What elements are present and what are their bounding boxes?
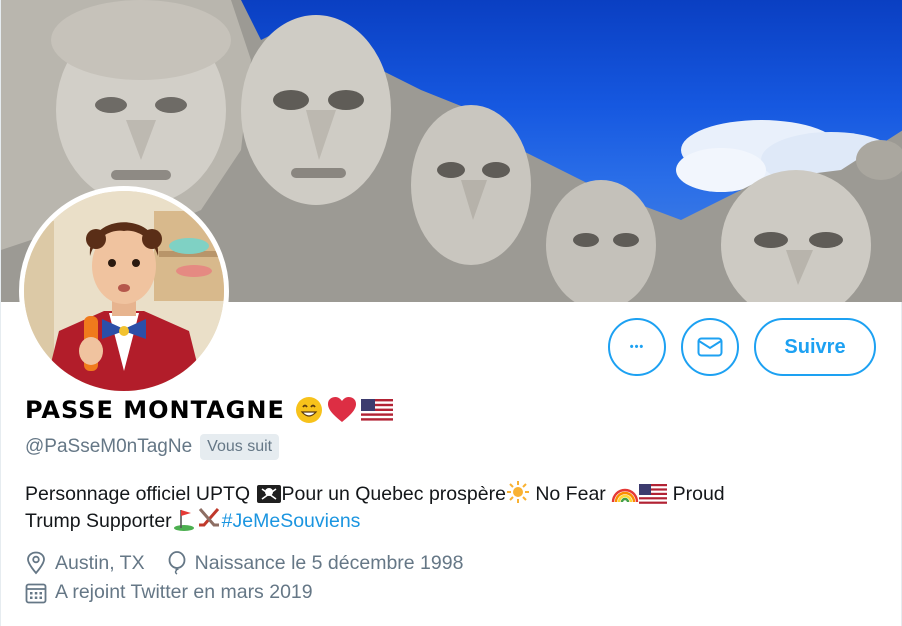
location-pin-icon (27, 551, 45, 575)
handle-row: @PaSseM0nTagNe Vous suit (25, 434, 280, 460)
profile-bio: Personnage officiel UPTQ Pour un Quebec … (25, 480, 885, 534)
message-button[interactable] (681, 318, 739, 376)
envelope-icon (697, 337, 723, 357)
golf-flag-icon (173, 510, 194, 531)
bio-text-2: Pour un Quebec prospère (281, 483, 506, 505)
bio-text-3: No Fear (529, 483, 612, 505)
joined-text: A rejoint Twitter en mars 2019 (55, 581, 313, 603)
bio-text-5: Trump Supporter (25, 510, 172, 532)
birthday-text: Naissance le 5 décembre 1998 (194, 551, 464, 574)
more-options-icon: ••• (629, 341, 645, 353)
joined-item: A rejoint Twitter en mars 2019 (25, 581, 313, 604)
more-options-button[interactable]: ••• (608, 318, 666, 376)
balloon-icon (168, 551, 186, 575)
red-heart-icon (327, 397, 356, 422)
profile-header: ••• Suivre PASSE MONTAGNE @PaSseM0nTagNe… (0, 0, 902, 626)
follows-you-badge: Vous suit (200, 434, 280, 460)
grinning-face-icon (295, 397, 322, 423)
location-item: Austin, TX (25, 551, 145, 575)
birthday-item: Naissance le 5 décembre 1998 (167, 551, 464, 575)
bio-text-1: Personnage officiel UPTQ (25, 483, 256, 505)
display-name: PASSE MONTAGNE (25, 396, 285, 424)
hockey-stick-icon (198, 508, 219, 527)
pirate-flag-icon (256, 485, 281, 503)
profile-meta-row: Austin, TX Naissance le 5 décembre 1998 (25, 551, 463, 575)
bio-text-4: Proud (667, 483, 725, 505)
follow-button[interactable]: Suivre (754, 318, 876, 376)
hashtag-link[interactable]: #JeMeSouviens (222, 510, 361, 532)
user-handle: @PaSseM0nTagNe (25, 436, 193, 457)
profile-meta-row-2: A rejoint Twitter en mars 2019 (25, 581, 313, 604)
rainbow-icon (612, 488, 639, 503)
calendar-icon (25, 583, 47, 603)
location-text: Austin, TX (55, 551, 145, 574)
name-row: PASSE MONTAGNE (25, 396, 393, 424)
name-emoji-group (295, 396, 393, 424)
us-flag-icon (639, 484, 668, 504)
sun-icon (506, 481, 529, 503)
us-flag-icon (360, 399, 393, 421)
profile-avatar[interactable] (19, 186, 229, 396)
